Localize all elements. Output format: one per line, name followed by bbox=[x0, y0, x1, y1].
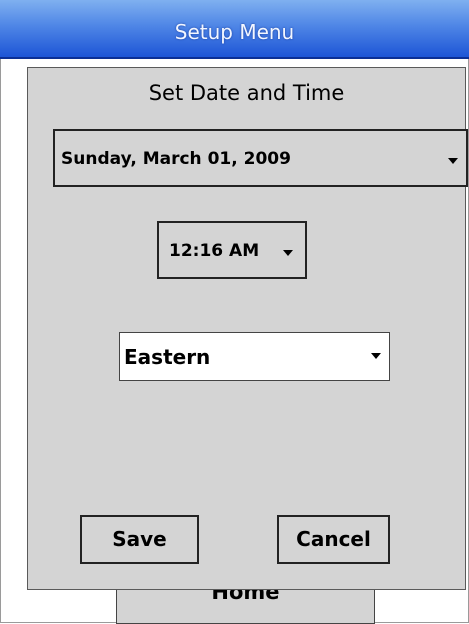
timezone-select[interactable]: Eastern bbox=[119, 332, 390, 381]
time-select-value: 12:16 AM bbox=[169, 241, 260, 261]
date-select[interactable]: Sunday, March 01, 2009 bbox=[53, 129, 468, 187]
window-title: Setup Menu bbox=[174, 20, 295, 44]
chevron-down-icon bbox=[283, 250, 293, 256]
window-title-bar: Setup Menu bbox=[0, 0, 469, 59]
timezone-select-value: Eastern bbox=[124, 345, 211, 369]
date-select-value: Sunday, March 01, 2009 bbox=[61, 149, 291, 169]
chevron-down-icon bbox=[371, 353, 381, 359]
time-select[interactable]: 12:16 AM bbox=[157, 221, 307, 279]
set-date-time-dialog: Set Date and Time Sunday, March 01, 2009… bbox=[27, 67, 468, 590]
save-button[interactable]: Save bbox=[80, 515, 199, 564]
chevron-down-icon bbox=[448, 158, 458, 164]
cancel-button[interactable]: Cancel bbox=[277, 515, 390, 564]
dialog-title: Set Date and Time bbox=[148, 81, 345, 105]
